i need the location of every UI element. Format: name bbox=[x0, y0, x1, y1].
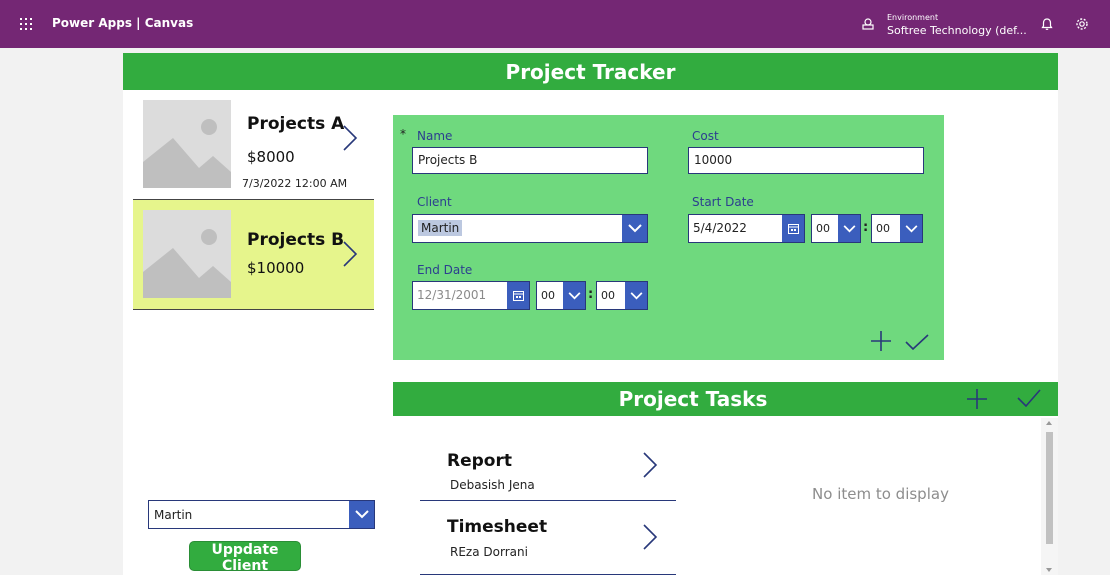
project-name: Projects A bbox=[247, 114, 345, 134]
required-asterisk: * bbox=[400, 127, 406, 141]
gallery-item-projects-b[interactable]: Projects B $10000 bbox=[133, 200, 374, 310]
project-cost: $8000 bbox=[247, 148, 295, 166]
calendar-icon[interactable] bbox=[507, 282, 529, 309]
chevron-right-icon[interactable] bbox=[642, 451, 658, 479]
calendar-icon[interactable] bbox=[782, 215, 804, 242]
end-hour-value: 00 bbox=[541, 289, 555, 302]
gallery-separator bbox=[133, 309, 374, 310]
time-colon: : bbox=[863, 220, 869, 235]
project-cost: $10000 bbox=[247, 259, 305, 277]
header-bar: Project Tracker bbox=[123, 53, 1058, 90]
gallery-item-projects-a[interactable]: Projects A $8000 7/3/2022 12:00 AM bbox=[133, 90, 374, 200]
task-owner: REza Dorrani bbox=[450, 545, 528, 559]
name-label: Name bbox=[417, 129, 453, 143]
chevron-down-icon[interactable] bbox=[900, 215, 922, 242]
start-date-label: Start Date bbox=[692, 195, 754, 209]
task-name: Timesheet bbox=[447, 517, 548, 537]
app-launcher-icon[interactable] bbox=[20, 18, 32, 30]
scrollbar-thumb[interactable] bbox=[1046, 432, 1053, 544]
checkmark-icon[interactable] bbox=[905, 334, 929, 350]
chevron-down-icon[interactable] bbox=[838, 215, 860, 242]
notification-bell-icon[interactable] bbox=[1040, 17, 1054, 31]
end-date-value: 12/31/2001 bbox=[417, 288, 487, 302]
environment-value[interactable]: Softree Technology (def... bbox=[887, 24, 1027, 37]
tasks-title: Project Tasks bbox=[618, 387, 768, 411]
chevron-right-icon[interactable] bbox=[341, 239, 359, 269]
image-placeholder-icon bbox=[143, 100, 231, 188]
brand-title: Power Apps | Canvas bbox=[52, 16, 194, 30]
start-date-value: 5/4/2022 bbox=[693, 221, 747, 235]
start-hour-dropdown[interactable]: 00 bbox=[811, 214, 861, 243]
page-title: Project Tracker bbox=[505, 59, 676, 84]
environment-icon[interactable] bbox=[862, 18, 874, 30]
start-minute-dropdown[interactable]: 00 bbox=[871, 214, 923, 243]
add-icon[interactable] bbox=[871, 331, 891, 351]
image-placeholder-icon bbox=[143, 210, 231, 298]
end-minute-dropdown[interactable]: 00 bbox=[596, 281, 648, 310]
end-date-label: End Date bbox=[417, 263, 473, 277]
top-bar: Power Apps | Canvas Environment Softree … bbox=[0, 0, 1110, 48]
chevron-down-icon[interactable] bbox=[349, 501, 374, 528]
chevron-down-icon[interactable] bbox=[625, 282, 647, 309]
chevron-down-icon[interactable] bbox=[563, 282, 585, 309]
task-owner: Debasish Jena bbox=[450, 478, 535, 492]
scroll-down-icon[interactable] bbox=[1046, 568, 1052, 572]
cost-label: Cost bbox=[692, 129, 719, 143]
task-item-report[interactable]: Report Debasish Jena bbox=[420, 431, 676, 501]
empty-state-text: No item to display bbox=[812, 485, 949, 503]
settings-gear-icon[interactable] bbox=[1075, 17, 1089, 31]
chevron-right-icon[interactable] bbox=[341, 123, 359, 153]
chevron-right-icon[interactable] bbox=[642, 523, 658, 551]
client-dropdown-value: Martin bbox=[418, 220, 463, 236]
end-minute-value: 00 bbox=[601, 289, 615, 302]
task-details-scrollbar[interactable] bbox=[1041, 418, 1058, 575]
end-hour-dropdown[interactable]: 00 bbox=[536, 281, 586, 310]
app-canvas: Project Tracker Projects A $8000 7/3/202… bbox=[123, 53, 1058, 575]
name-input[interactable]: Projects B bbox=[412, 147, 648, 174]
project-date: 7/3/2022 12:00 AM bbox=[242, 177, 348, 190]
client-dropdown[interactable]: Martin bbox=[412, 214, 648, 243]
client-select-value: Martin bbox=[154, 508, 193, 522]
cost-input[interactable]: 10000 bbox=[688, 147, 924, 174]
checkmark-icon[interactable] bbox=[1017, 389, 1041, 407]
add-task-icon[interactable] bbox=[967, 389, 987, 409]
task-item-timesheet[interactable]: Timesheet REza Dorrani bbox=[420, 501, 676, 575]
client-select-dropdown[interactable]: Martin bbox=[148, 500, 375, 529]
start-hour-value: 00 bbox=[816, 222, 830, 235]
end-date-picker[interactable]: 12/31/2001 bbox=[412, 281, 530, 310]
client-label: Client bbox=[417, 195, 452, 209]
time-colon: : bbox=[588, 287, 594, 302]
scroll-up-icon[interactable] bbox=[1046, 421, 1052, 425]
environment-label: Environment bbox=[887, 13, 939, 22]
project-name: Projects B bbox=[247, 230, 345, 250]
chevron-down-icon[interactable] bbox=[622, 215, 647, 242]
task-name: Report bbox=[447, 451, 512, 471]
project-edit-form: * Name Projects B Cost 10000 Client Mart… bbox=[393, 115, 944, 360]
start-date-picker[interactable]: 5/4/2022 bbox=[688, 214, 805, 243]
update-client-button[interactable]: Uppdate Client bbox=[189, 541, 301, 574]
start-minute-value: 00 bbox=[876, 222, 890, 235]
tasks-header-bar: Project Tasks bbox=[393, 382, 1058, 416]
